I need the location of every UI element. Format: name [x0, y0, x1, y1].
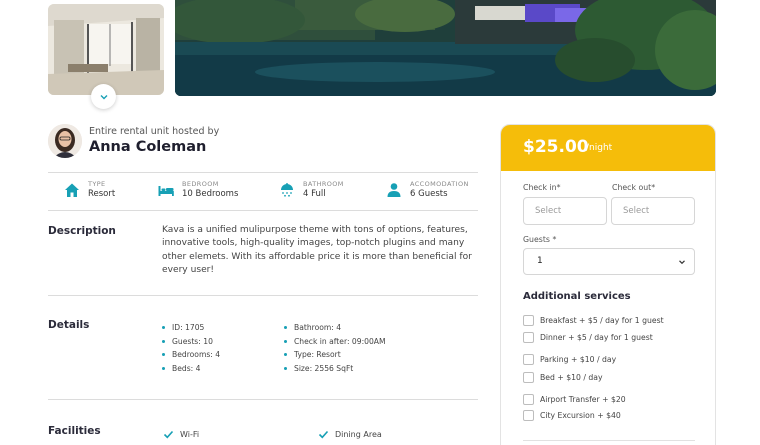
details-list-left: ID: 1705 Guests: 10 Bedrooms: 4 Beds: 4: [162, 323, 220, 378]
avatar-photo: [48, 124, 82, 158]
checkin-label: Check in*: [523, 183, 561, 192]
price-value: $25.00: [523, 137, 589, 157]
spec-key: BEDROOM: [182, 180, 219, 188]
divider: [48, 210, 478, 211]
service-checkbox[interactable]: [523, 410, 534, 421]
detail-item: Bathroom: 4: [284, 323, 386, 337]
service-option[interactable]: Dinner + $5 / day for 1 guest: [523, 332, 653, 343]
guests-value: 1: [537, 256, 543, 266]
divider: [48, 172, 478, 173]
service-label: Airport Transfer + $20: [540, 395, 626, 404]
divider: [48, 399, 478, 400]
spec-value: Resort: [88, 189, 116, 199]
detail-item: Beds: 4: [162, 364, 220, 378]
service-option[interactable]: Breakfast + $5 / day for 1 guest: [523, 315, 664, 326]
checkout-label: Check out*: [612, 183, 656, 192]
service-checkbox[interactable]: [523, 315, 534, 326]
shower-icon: [281, 183, 293, 197]
spec-bathroom: BATHROOM 4 Full: [278, 180, 344, 200]
spec-accommodation: ACCOMODATION 6 Guests: [385, 180, 469, 200]
guests-label: Guests *: [523, 235, 557, 244]
service-option[interactable]: Bed + $10 / day: [523, 372, 603, 383]
gallery-thumbnail[interactable]: [48, 4, 164, 95]
divider: [523, 440, 695, 441]
chevron-down-icon: [679, 260, 685, 265]
service-option[interactable]: City Excursion + $40: [523, 410, 621, 421]
bed-icon: [158, 186, 174, 196]
service-label: Breakfast + $5 / day for 1 guest: [540, 316, 664, 325]
spec-key: TYPE: [88, 180, 106, 188]
spec-key: BATHROOM: [303, 180, 344, 188]
description-title: Description: [48, 225, 116, 237]
service-label: Bed + $10 / day: [540, 373, 603, 382]
check-icon: [318, 430, 329, 439]
service-label: City Excursion + $40: [540, 411, 621, 420]
host-avatar[interactable]: [48, 124, 82, 158]
service-label: Parking + $10 / day: [540, 355, 617, 364]
details-title: Details: [48, 319, 90, 331]
facility-label: Wi-Fi: [180, 430, 200, 439]
details-list-right: Bathroom: 4 Check in after: 09:00AM Type…: [284, 323, 386, 378]
facility-item: Dining Area: [318, 429, 382, 440]
service-option[interactable]: Airport Transfer + $20: [523, 394, 626, 405]
detail-item: Check in after: 09:00AM: [284, 337, 386, 351]
spec-key: ACCOMODATION: [410, 180, 469, 188]
detail-item: Guests: 10: [162, 337, 220, 351]
description-text: Kava is a unified mulipurpose theme with…: [162, 225, 472, 276]
spec-value: 6 Guests: [410, 189, 448, 199]
divider: [48, 295, 478, 296]
facility-item: Wi-Fi: [163, 429, 199, 440]
check-icon: [163, 430, 174, 439]
pool-photo: [175, 0, 716, 96]
spec-bedroom: BEDROOM 10 Bedrooms: [157, 180, 238, 200]
service-label: Dinner + $5 / day for 1 guest: [540, 333, 653, 342]
detail-item: Type: Resort: [284, 350, 386, 364]
host-name[interactable]: Anna Coleman: [89, 139, 206, 155]
person-icon: [387, 183, 401, 197]
hero-image[interactable]: [175, 0, 716, 96]
facility-label: Dining Area: [335, 430, 382, 439]
price-header: $25.00 /night: [501, 125, 715, 171]
booking-card: $25.00 /night Check in* Check out* Selec…: [500, 124, 716, 445]
detail-item: ID: 1705: [162, 323, 220, 337]
service-option[interactable]: Parking + $10 / day: [523, 354, 616, 365]
spec-type: TYPE Resort: [63, 180, 115, 200]
chevron-down-icon: [100, 94, 107, 99]
facilities-title: Facilities: [48, 425, 101, 437]
service-checkbox[interactable]: [523, 394, 534, 405]
host-subtitle: Entire rental unit hosted by: [89, 126, 220, 137]
more-photos-button[interactable]: [91, 84, 116, 109]
detail-item: Bedrooms: 4: [162, 350, 220, 364]
interior-photo: [48, 4, 164, 95]
checkin-input[interactable]: Select: [523, 197, 607, 225]
guests-select[interactable]: 1: [523, 248, 695, 275]
spec-value: 4 Full: [303, 189, 326, 199]
detail-item: Size: 2556 SqFt: [284, 364, 386, 378]
service-checkbox[interactable]: [523, 372, 534, 383]
price-unit: /night: [586, 143, 613, 153]
additional-services-title: Additional services: [523, 291, 631, 302]
home-icon: [65, 183, 79, 197]
service-checkbox[interactable]: [523, 332, 534, 343]
service-checkbox[interactable]: [523, 354, 534, 365]
checkout-input[interactable]: Select: [611, 197, 695, 225]
spec-value: 10 Bedrooms: [182, 189, 239, 199]
